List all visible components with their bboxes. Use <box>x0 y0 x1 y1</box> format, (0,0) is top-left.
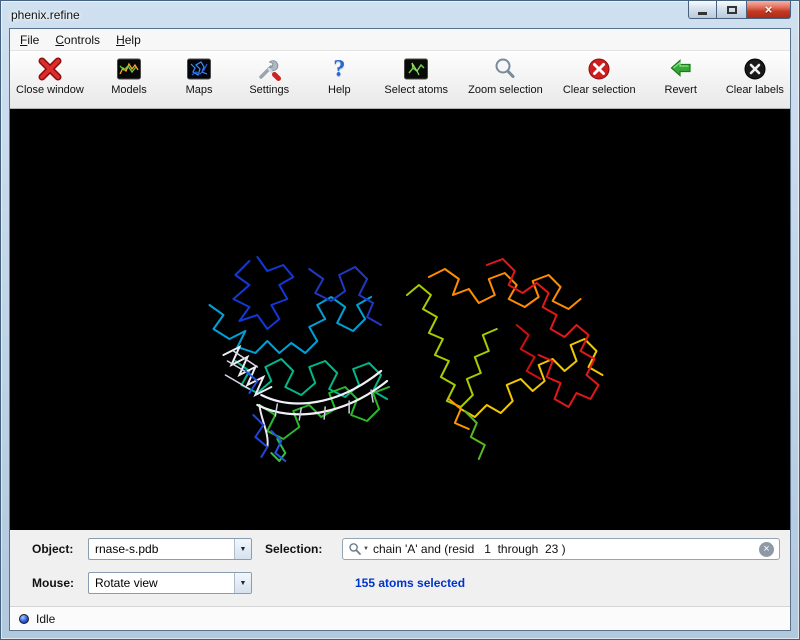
toolbar-close-window[interactable]: Close window <box>16 54 84 108</box>
toolbar-help[interactable]: ? Help <box>314 54 364 108</box>
clear-labels-icon <box>742 54 768 84</box>
selection-search-field[interactable]: ▼ × <box>342 538 780 560</box>
mouse-label: Mouse: <box>32 576 74 590</box>
object-combobox[interactable]: rnase-s.pdb ▼ <box>88 538 252 560</box>
toolbar-clear-labels[interactable]: Clear labels <box>726 54 784 108</box>
molecule-canvas <box>10 109 790 530</box>
clear-search-icon[interactable]: × <box>759 542 774 557</box>
close-button[interactable]: × <box>746 1 791 19</box>
clear-selection-icon <box>586 54 612 84</box>
chevron-down-icon: ▼ <box>234 573 251 593</box>
revert-icon <box>668 54 694 84</box>
object-combobox-value: rnase-s.pdb <box>89 539 234 559</box>
close-window-icon <box>37 54 63 84</box>
select-atoms-icon <box>403 54 429 84</box>
minimize-icon <box>698 12 707 15</box>
object-label: Object: <box>32 542 73 556</box>
toolbar-settings[interactable]: Settings <box>244 54 294 108</box>
zoom-selection-icon <box>492 54 518 84</box>
selection-label: Selection: <box>265 542 322 556</box>
minimize-button[interactable] <box>688 1 717 19</box>
status-text: Idle <box>36 612 55 626</box>
phenix-refine-window: phenix.refine × File Controls Help <box>0 0 800 640</box>
client-area: File Controls Help Close window <box>9 28 791 631</box>
chevron-down-icon: ▼ <box>234 539 251 559</box>
maximize-icon <box>727 6 737 14</box>
toolbar-select-atoms[interactable]: Select atoms <box>384 54 448 108</box>
toolbar-zoom-selection[interactable]: Zoom selection <box>468 54 543 108</box>
toolbar: Close window Models <box>10 51 790 109</box>
mouse-combobox[interactable]: Rotate view ▼ <box>88 572 252 594</box>
window-controls: × <box>688 1 791 19</box>
toolbar-maps[interactable]: Maps <box>174 54 224 108</box>
models-icon <box>116 54 142 84</box>
mouse-combobox-value: Rotate view <box>89 573 234 593</box>
help-icon: ? <box>333 54 345 84</box>
close-icon: × <box>765 3 773 16</box>
settings-icon <box>256 54 282 84</box>
menu-item-help[interactable]: Help <box>108 30 149 50</box>
maximize-button[interactable] <box>717 1 746 19</box>
maps-icon <box>186 54 212 84</box>
status-led-icon <box>19 614 29 624</box>
toolbar-revert[interactable]: Revert <box>656 54 706 108</box>
menu-item-file[interactable]: File <box>12 30 47 50</box>
toolbar-models[interactable]: Models <box>104 54 154 108</box>
menubar: File Controls Help <box>10 29 790 51</box>
window-title: phenix.refine <box>11 8 80 22</box>
titlebar[interactable]: phenix.refine × <box>1 1 799 28</box>
atoms-selected-text: 155 atoms selected <box>355 576 465 590</box>
toolbar-clear-selection[interactable]: Clear selection <box>563 54 636 108</box>
search-icon[interactable] <box>348 542 362 556</box>
selection-input[interactable] <box>369 542 759 556</box>
statusbar: Idle <box>10 606 790 630</box>
controls-panel: Object: rnase-s.pdb ▼ Selection: ▼ × Mou… <box>10 530 790 606</box>
menu-item-controls[interactable]: Controls <box>47 30 108 50</box>
molecule-viewport[interactable] <box>10 109 790 530</box>
